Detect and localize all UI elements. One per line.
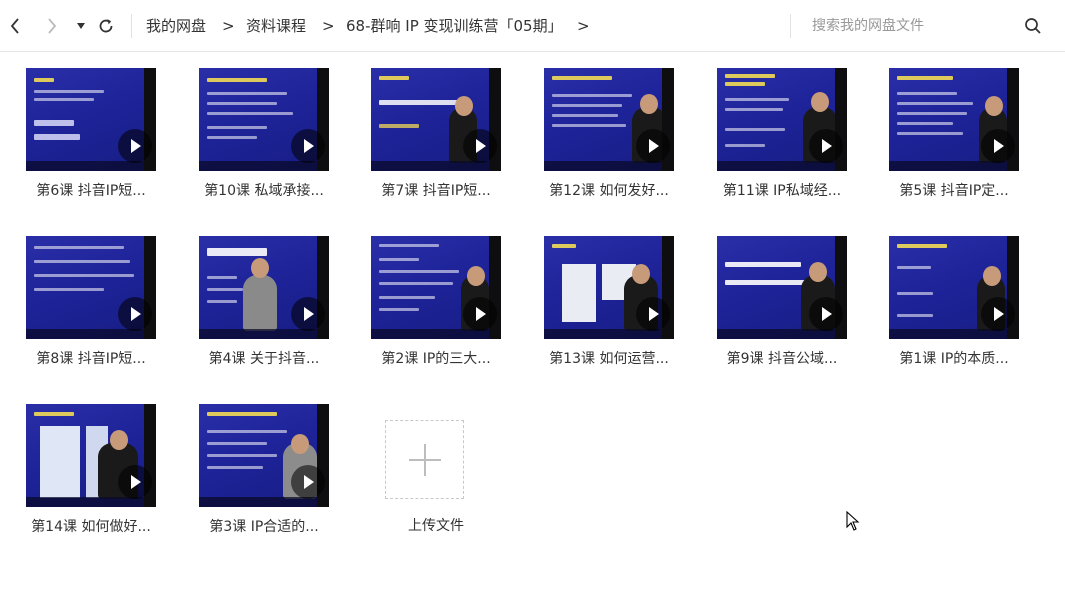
- play-icon: [118, 129, 152, 163]
- chevron-right-icon: [48, 18, 57, 34]
- video-thumbnail: [26, 236, 156, 339]
- file-name: 第6课 抖音IP短...: [36, 183, 146, 199]
- toolbar: 我的网盘 > 资料课程 > 68-群响 IP 变现训练营「05期」 >: [0, 0, 1065, 52]
- file-name: 第11课 IP私域经...: [722, 183, 842, 199]
- back-button[interactable]: [3, 14, 27, 38]
- play-icon: [981, 297, 1015, 331]
- upload-button[interactable]: [385, 420, 464, 499]
- breadcrumb-separator: >: [222, 17, 235, 35]
- breadcrumb-separator: >: [322, 17, 335, 35]
- video-thumbnail: [544, 236, 674, 339]
- plus-icon: [408, 443, 441, 476]
- toolbar-divider: [131, 14, 132, 38]
- play-icon: [118, 465, 152, 499]
- mouse-cursor-icon: [846, 511, 860, 531]
- file-name: 第4课 关于抖音...: [208, 351, 320, 367]
- search-divider: [790, 14, 791, 38]
- forward-button[interactable]: [40, 14, 64, 38]
- play-icon: [636, 297, 670, 331]
- video-thumbnail: [889, 68, 1019, 171]
- upload-label: 上传文件: [408, 518, 464, 534]
- play-icon: [118, 297, 152, 331]
- video-thumbnail: [717, 68, 847, 171]
- video-thumbnail: [26, 68, 156, 171]
- file-name: 第2课 IP的三大...: [381, 351, 491, 367]
- search-button[interactable]: [1021, 14, 1045, 38]
- video-thumbnail: [199, 404, 329, 507]
- file-name: 第13课 如何运营...: [549, 351, 669, 367]
- play-icon: [463, 129, 497, 163]
- play-icon: [809, 129, 843, 163]
- file-name: 第9课 抖音公域...: [726, 351, 838, 367]
- play-icon: [291, 465, 325, 499]
- file-name: 第14课 如何做好...: [31, 519, 151, 535]
- breadcrumb-item-current-folder[interactable]: 68-群响 IP 变现训练营「05期」: [346, 16, 563, 36]
- file-name: 第7课 抖音IP短...: [381, 183, 491, 199]
- play-icon: [981, 129, 1015, 163]
- caret-down-icon: [77, 23, 85, 29]
- video-thumbnail: [199, 236, 329, 339]
- play-icon: [291, 129, 325, 163]
- video-thumbnail: [371, 236, 501, 339]
- video-thumbnail: [199, 68, 329, 171]
- file-grid: 第6课 抖音IP短... 第10课 私域承接... 第7课 抖音IP短... 第…: [0, 52, 1065, 610]
- video-thumbnail: [889, 236, 1019, 339]
- breadcrumb-item-my-drive[interactable]: 我的网盘: [146, 16, 206, 36]
- breadcrumb-item-courses[interactable]: 资料课程: [246, 16, 306, 36]
- file-name: 第12课 如何发好...: [549, 183, 669, 199]
- play-icon: [291, 297, 325, 331]
- file-name: 第3课 IP合适的...: [209, 519, 319, 535]
- breadcrumb-expand-chevron[interactable]: >: [577, 16, 590, 36]
- play-icon: [636, 129, 670, 163]
- file-name: 第10课 私域承接...: [204, 183, 324, 199]
- refresh-button[interactable]: [94, 14, 118, 38]
- play-icon: [463, 297, 497, 331]
- search-input[interactable]: [812, 15, 1012, 37]
- search-icon: [1025, 18, 1041, 34]
- video-thumbnail: [544, 68, 674, 171]
- file-name: 第5课 抖音IP定...: [899, 183, 1009, 199]
- video-thumbnail: [371, 68, 501, 171]
- history-dropdown-button[interactable]: [69, 14, 93, 38]
- chevron-left-icon: [10, 18, 19, 34]
- play-icon: [809, 297, 843, 331]
- refresh-icon: [99, 19, 113, 33]
- video-thumbnail: [717, 236, 847, 339]
- file-name: 第1课 IP的本质...: [899, 351, 1009, 367]
- video-thumbnail: [26, 404, 156, 507]
- file-name: 第8课 抖音IP短...: [36, 351, 146, 367]
